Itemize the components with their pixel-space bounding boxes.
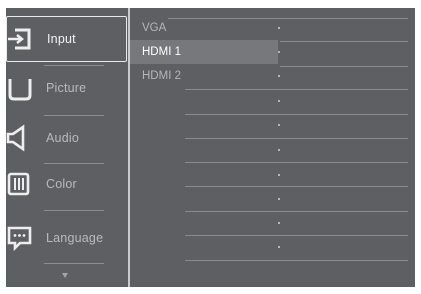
row-dot [278, 124, 280, 126]
row-divider [185, 89, 408, 90]
row-dot [278, 174, 280, 176]
row-dot [278, 222, 280, 224]
row-dot [278, 100, 280, 102]
menu-item-input[interactable]: Input [6, 16, 127, 62]
main-menu: Input Picture Audio Color Language [6, 8, 127, 287]
submenu-item-label: HDMI 2 [142, 70, 181, 82]
row-dot [278, 27, 280, 29]
menu-item-label: Audio [46, 131, 79, 145]
input-icon [7, 24, 35, 54]
menu-item-label: Color [46, 177, 77, 191]
audio-icon [6, 123, 34, 153]
menu-item-label: Input [47, 32, 76, 46]
menu-item-language[interactable]: Language [6, 216, 127, 262]
submenu-item-hdmi1[interactable]: HDMI 1 [130, 40, 278, 64]
row-divider [168, 18, 408, 19]
row-dot [278, 75, 280, 77]
row-divider [185, 235, 408, 236]
language-icon [6, 223, 34, 253]
osd-menu: Input Picture Audio Color Language VGA H… [6, 8, 415, 287]
menu-item-color[interactable]: Color [6, 162, 127, 208]
row-divider [185, 186, 408, 187]
row-dot [278, 51, 280, 53]
row-divider [185, 162, 408, 163]
menu-item-label: Picture [46, 81, 87, 95]
menu-divider [44, 263, 104, 264]
menu-item-picture[interactable]: Picture [6, 66, 127, 112]
row-dot [278, 246, 280, 248]
row-divider [280, 66, 408, 67]
menu-item-audio[interactable]: Audio [6, 116, 127, 162]
submenu-item-label: VGA [142, 22, 167, 34]
row-dot [278, 198, 280, 200]
row-divider [280, 41, 408, 42]
submenu-item-label: HDMI 1 [142, 46, 181, 58]
color-icon [6, 169, 34, 199]
chevron-down-icon[interactable] [62, 273, 68, 278]
submenu-item-hdmi2[interactable]: HDMI 2 [130, 64, 415, 88]
row-divider [185, 211, 408, 212]
row-dot [278, 149, 280, 151]
submenu: VGA HDMI 1 HDMI 2 [130, 8, 415, 287]
picture-icon [6, 73, 34, 103]
row-divider [185, 138, 408, 139]
row-divider [185, 114, 408, 115]
row-divider [185, 260, 408, 261]
menu-divider [44, 210, 104, 211]
submenu-item-vga[interactable]: VGA [130, 16, 415, 40]
menu-item-label: Language [46, 231, 104, 245]
